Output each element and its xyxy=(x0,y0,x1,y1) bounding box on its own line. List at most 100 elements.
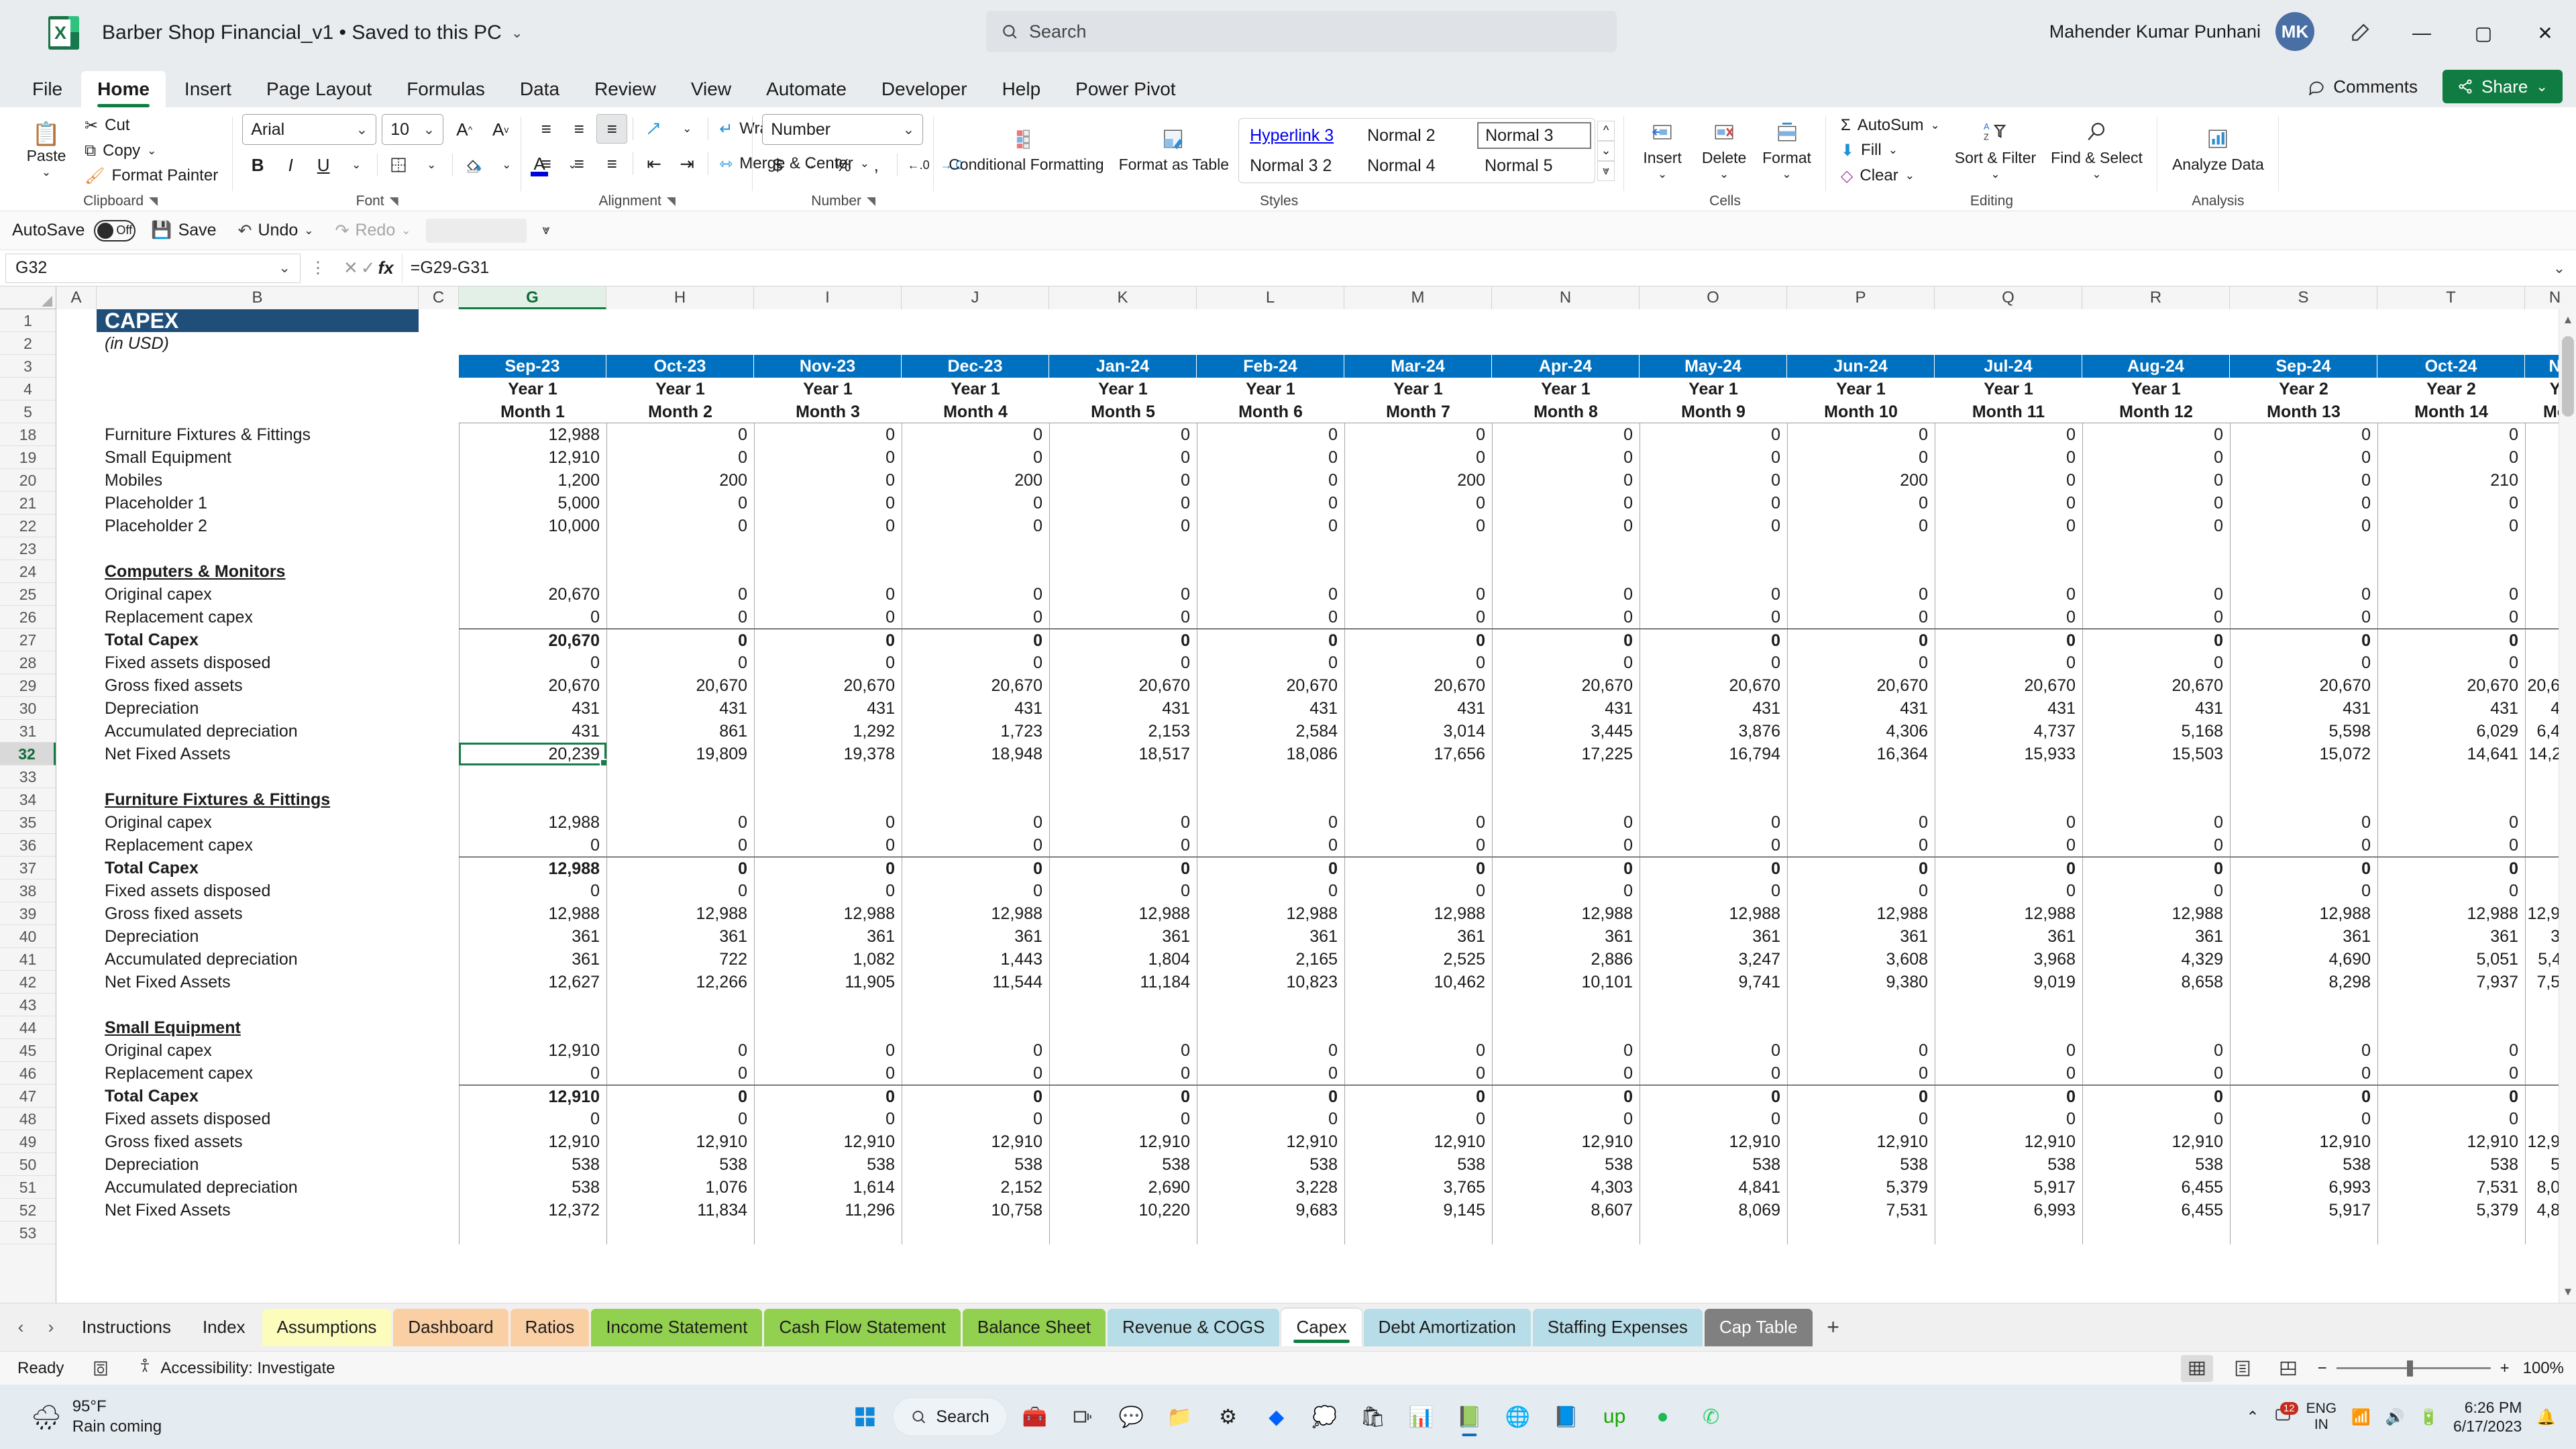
cell-r33-c5[interactable] xyxy=(1197,765,1344,788)
cell-r31-c13[interactable]: 6,029 xyxy=(2377,720,2525,743)
cell-r27-c4[interactable]: 0 xyxy=(1049,629,1197,651)
cell-r53-c5[interactable] xyxy=(1197,1222,1344,1244)
cell-r51-c2[interactable]: 1,614 xyxy=(754,1176,902,1199)
cell-r37-c2[interactable]: 0 xyxy=(754,857,902,879)
cell-r28-c5[interactable]: 0 xyxy=(1197,651,1344,674)
cell-r39-c6[interactable]: 12,988 xyxy=(1344,902,1492,925)
cell-r29-c1[interactable]: 20,670 xyxy=(606,674,754,697)
volume-icon[interactable]: 🔊 xyxy=(2385,1408,2405,1426)
cell-r23-c10[interactable] xyxy=(1935,537,2082,560)
cell-r50-c7[interactable]: 538 xyxy=(1492,1153,1640,1176)
cell-r35-c1[interactable]: 0 xyxy=(606,811,754,834)
month-header-8[interactable]: Month 9 xyxy=(1640,400,1787,423)
cell-r40-c2[interactable]: 361 xyxy=(754,925,902,948)
cell-r34-c5[interactable] xyxy=(1197,788,1344,811)
cell-r18-c2[interactable]: 0 xyxy=(754,423,902,446)
cell-r42-c4[interactable]: 11,184 xyxy=(1049,971,1197,994)
cell-r41-c0[interactable]: 361 xyxy=(459,948,606,971)
sheet-tab-debt-amortization[interactable]: Debt Amortization xyxy=(1363,1308,1531,1346)
cell-r2-5[interactable] xyxy=(754,332,902,355)
cell-r26-c12[interactable]: 0 xyxy=(2230,606,2377,629)
expand-formula-bar-icon[interactable]: ⌄ xyxy=(2542,260,2576,277)
currency-format-button[interactable]: $ xyxy=(762,150,793,180)
year-header-7[interactable]: Year 1 xyxy=(1492,378,1640,400)
cell-r52-c0[interactable]: 12,372 xyxy=(459,1199,606,1222)
cell-A44[interactable] xyxy=(56,1016,97,1039)
cell-C31[interactable] xyxy=(419,720,459,743)
scrollbar-thumb[interactable] xyxy=(2562,336,2574,417)
cell-r35-c2[interactable]: 0 xyxy=(754,811,902,834)
cell-r34-c2[interactable] xyxy=(754,788,902,811)
cell-r50-c3[interactable]: 538 xyxy=(902,1153,1049,1176)
cell-r35-c13[interactable]: 0 xyxy=(2377,811,2525,834)
cell-r53-c12[interactable] xyxy=(2230,1222,2377,1244)
column-header-N[interactable]: N xyxy=(1492,286,1640,309)
cell-C26[interactable] xyxy=(419,606,459,629)
cell-r32-c6[interactable]: 17,656 xyxy=(1344,743,1492,765)
cell-r40-c4[interactable]: 361 xyxy=(1049,925,1197,948)
cell-C21[interactable] xyxy=(419,492,459,515)
cell-r40-c6[interactable]: 361 xyxy=(1344,925,1492,948)
cell-C23[interactable] xyxy=(419,537,459,560)
cell-r31-c9[interactable]: 4,306 xyxy=(1787,720,1935,743)
cell-r2-13[interactable] xyxy=(1935,332,2082,355)
cell-r29-c6[interactable]: 20,670 xyxy=(1344,674,1492,697)
ribbon-tab-formulas[interactable]: Formulas xyxy=(390,71,501,107)
cell-r32-c11[interactable]: 15,503 xyxy=(2082,743,2230,765)
cell-r47-c13[interactable]: 0 xyxy=(2377,1085,2525,1108)
cell-r46-c10[interactable]: 0 xyxy=(1935,1062,2082,1085)
cell-r31-c5[interactable]: 2,584 xyxy=(1197,720,1344,743)
cell-r2-2[interactable] xyxy=(419,332,459,355)
cell-r41-c1[interactable]: 722 xyxy=(606,948,754,971)
cell-r45-c0[interactable]: 12,910 xyxy=(459,1039,606,1062)
row-header-32[interactable]: 32 xyxy=(0,743,56,765)
cell-r1-5[interactable] xyxy=(754,309,902,332)
cell-r2-8[interactable] xyxy=(1197,332,1344,355)
cell-C33[interactable] xyxy=(419,765,459,788)
column-header-G[interactable]: G xyxy=(459,286,606,309)
cell-r53-c9[interactable] xyxy=(1787,1222,1935,1244)
cell-r50-c9[interactable]: 538 xyxy=(1787,1153,1935,1176)
cell-r20-c3[interactable]: 200 xyxy=(902,469,1049,492)
cell-r33-c0[interactable] xyxy=(459,765,606,788)
cell-r27-c1[interactable]: 0 xyxy=(606,629,754,651)
cell-A24[interactable] xyxy=(56,560,97,583)
cell-r48-c3[interactable]: 0 xyxy=(902,1108,1049,1130)
cell-r29-c9[interactable]: 20,670 xyxy=(1787,674,1935,697)
cell-C52[interactable] xyxy=(419,1199,459,1222)
cell-r37-c10[interactable]: 0 xyxy=(1935,857,2082,879)
cell-r21-c11[interactable]: 0 xyxy=(2082,492,2230,515)
cell-r19-c4[interactable]: 0 xyxy=(1049,446,1197,469)
row-label-44[interactable]: Small Equipment xyxy=(97,1016,419,1039)
cell-r35-c6[interactable]: 0 xyxy=(1344,811,1492,834)
cell-r33-c2[interactable] xyxy=(754,765,902,788)
cell-r33-c11[interactable] xyxy=(2082,765,2230,788)
cell-r41-c7[interactable]: 2,886 xyxy=(1492,948,1640,971)
cell-r49-c6[interactable]: 12,910 xyxy=(1344,1130,1492,1153)
cell-A4[interactable] xyxy=(56,378,97,400)
cell-r36-c6[interactable]: 0 xyxy=(1344,834,1492,857)
cell-r48-c11[interactable]: 0 xyxy=(2082,1108,2230,1130)
cell-r43-c10[interactable] xyxy=(1935,994,2082,1016)
cell-r46-c4[interactable]: 0 xyxy=(1049,1062,1197,1085)
cell-r20-c5[interactable]: 0 xyxy=(1197,469,1344,492)
cell-r51-c9[interactable]: 5,379 xyxy=(1787,1176,1935,1199)
cell-r45-c10[interactable]: 0 xyxy=(1935,1039,2082,1062)
cell-r51-c10[interactable]: 5,917 xyxy=(1935,1176,2082,1199)
cell-r44-c0[interactable] xyxy=(459,1016,606,1039)
cell-r36-c1[interactable]: 0 xyxy=(606,834,754,857)
row-label-33[interactable] xyxy=(97,765,419,788)
cell-r27-c11[interactable]: 0 xyxy=(2082,629,2230,651)
cell-r18-c10[interactable]: 0 xyxy=(1935,423,2082,446)
month-header-1[interactable]: Month 2 xyxy=(606,400,754,423)
clock[interactable]: 6:26 PM 6/17/2023 xyxy=(2453,1398,2522,1436)
row-label-34[interactable]: Furniture Fixtures & Fittings xyxy=(97,788,419,811)
cell-r25-c8[interactable]: 0 xyxy=(1640,583,1787,606)
cell-r49-c3[interactable]: 12,910 xyxy=(902,1130,1049,1153)
row-header-27[interactable]: 27 xyxy=(0,629,56,651)
cell-r36-c8[interactable]: 0 xyxy=(1640,834,1787,857)
cell-r18-c5[interactable]: 0 xyxy=(1197,423,1344,446)
month-header-7[interactable]: Month 8 xyxy=(1492,400,1640,423)
cell-r31-c4[interactable]: 2,153 xyxy=(1049,720,1197,743)
accessibility-status[interactable]: Accessibility: Investigate xyxy=(132,1356,340,1380)
